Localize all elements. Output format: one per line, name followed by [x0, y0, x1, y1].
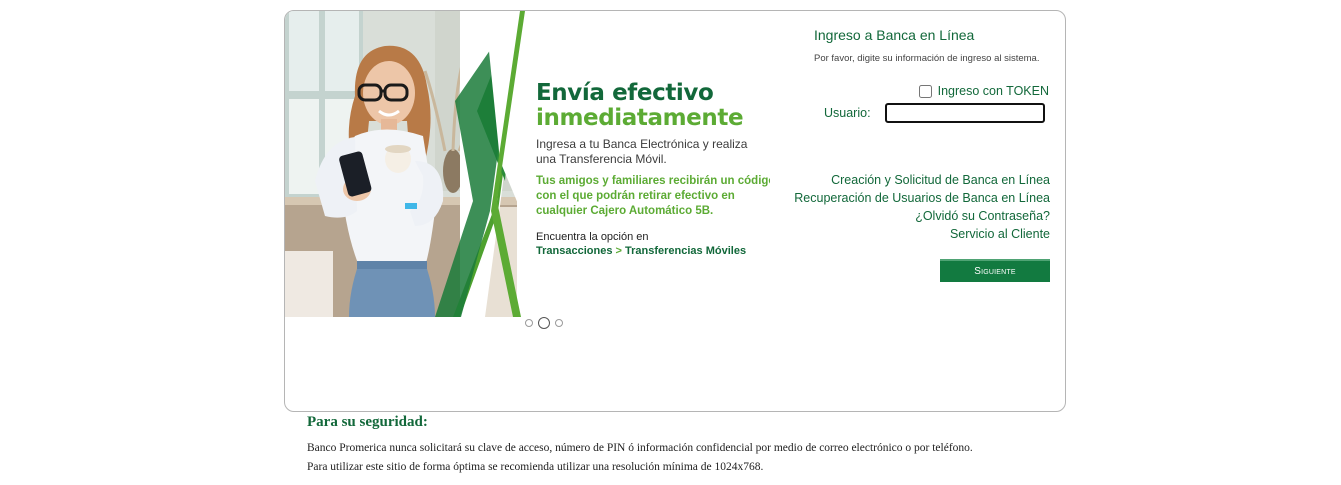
carousel-dot-active[interactable]	[538, 317, 550, 329]
promo-path-separator: >	[615, 245, 622, 257]
security-text-line-1: Banco Promerica nunca solicitará su clav…	[307, 442, 973, 454]
username-input[interactable]	[885, 103, 1045, 123]
promo-banner[interactable]: Envía efectivo inmediatamente Ingresa a …	[285, 11, 770, 317]
link-forgot-password[interactable]: ¿Olvidó su Contraseña?	[794, 207, 1050, 225]
promo-intro-text: Ingresa a tu Banca Electrónica y realiza…	[536, 137, 748, 166]
token-option[interactable]: Ingreso con TOKEN	[918, 84, 1049, 98]
token-checkbox[interactable]	[918, 84, 932, 98]
security-title: Para su seguridad:	[307, 414, 428, 430]
promo-find-option-text: Encuentra la opción en	[536, 231, 649, 243]
promo-path-start: Transacciones	[536, 245, 613, 257]
token-label: Ingreso con TOKEN	[937, 84, 1049, 98]
next-button[interactable]: Siguiente	[940, 259, 1050, 282]
promo-highlight-text: Tus amigos y familiares recibirán un cód…	[536, 175, 770, 217]
link-recover-username[interactable]: Recuperación de Usuarios de Banca en Lín…	[794, 189, 1050, 207]
login-card: Envía efectivo inmediatamente Ingresa a …	[284, 10, 1066, 412]
link-create-online-banking[interactable]: Creación y Solicitud de Banca en Línea	[794, 171, 1050, 189]
login-title: Ingreso a Banca en Línea	[814, 27, 975, 43]
promo-headline-line-2: inmediatamente	[536, 105, 744, 131]
promo-menu-path: Transacciones > Transferencias Móviles	[536, 244, 770, 258]
security-notice: Para su seguridad: Banco Promerica nunca…	[307, 414, 1067, 473]
promo-headline-line-1: Envía efectivo	[536, 80, 714, 106]
username-label: Usuario:	[824, 106, 871, 120]
promo-path-end: Transferencias Móviles	[625, 245, 747, 257]
login-links: Creación y Solicitud de Banca en Línea R…	[794, 171, 1050, 243]
carousel-dot[interactable]	[555, 319, 563, 327]
carousel-dot[interactable]	[525, 319, 533, 327]
carousel-indicators	[525, 317, 563, 329]
promo-copy: Envía efectivo inmediatamente Ingresa a …	[536, 81, 770, 258]
security-text-line-2: Para utilizar este sitio de forma óptima…	[307, 461, 764, 473]
link-customer-service[interactable]: Servicio al Cliente	[794, 225, 1050, 243]
login-subtitle: Por favor, digite su información de ingr…	[814, 53, 1040, 64]
